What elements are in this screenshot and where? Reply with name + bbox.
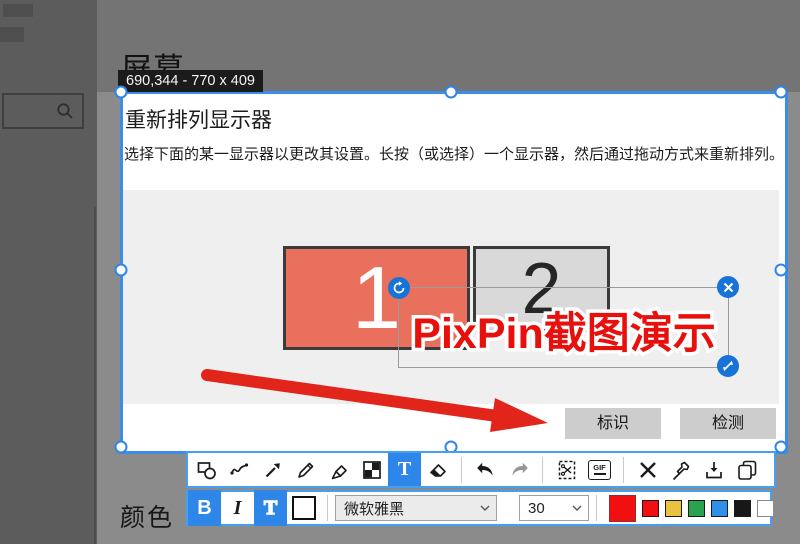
bold-toggle[interactable]: B [188, 490, 221, 526]
color-section-heading: 颜色 [120, 498, 174, 534]
selection-handle-top-left[interactable] [115, 86, 128, 99]
toolbar-separator [327, 495, 328, 521]
shape-tool-button[interactable] [190, 455, 223, 484]
gif-icon: GIF [588, 460, 611, 480]
color-swatch-black[interactable] [734, 500, 751, 517]
eraser-tool-button[interactable] [421, 455, 454, 484]
selection-handle-bottom-left[interactable] [115, 441, 128, 454]
chevron-down-icon [572, 505, 582, 511]
chevron-down-icon [480, 505, 490, 511]
selection-handle-right-mid[interactable] [775, 264, 788, 277]
copy-button[interactable] [730, 455, 763, 484]
color-swatch-yellow[interactable] [665, 500, 682, 517]
selection-handle-bottom-right[interactable] [775, 441, 788, 454]
capture-selection-region[interactable]: 重新排列显示器 选择下面的某一显示器以更改其设置。长按（或选择）一个显示器，然后… [120, 91, 788, 454]
identify-button[interactable]: 标识 [565, 408, 661, 439]
outline-color-picker[interactable] [287, 490, 320, 526]
toolbar-separator [461, 457, 462, 483]
pencil-tool-button[interactable] [289, 455, 322, 484]
sidebar-chip [0, 27, 24, 42]
gif-record-button[interactable]: GIF [583, 455, 616, 484]
rotate-icon [392, 281, 406, 295]
settings-search-input[interactable] [2, 93, 84, 129]
font-family-select[interactable]: 微软雅黑 [335, 495, 497, 521]
redo-button[interactable] [502, 455, 535, 484]
font-family-value: 微软雅黑 [344, 498, 404, 519]
selection-handle-top-mid[interactable] [445, 86, 458, 99]
annotation-toolbar: T GIF [186, 451, 776, 488]
text-tool-label: T [398, 458, 411, 481]
undo-button[interactable] [469, 455, 502, 484]
italic-toggle[interactable]: I [221, 490, 254, 526]
save-button[interactable] [697, 455, 730, 484]
pin-button[interactable] [664, 455, 697, 484]
settings-sidebar [0, 0, 97, 544]
resize-icon [722, 360, 734, 372]
search-icon [54, 100, 76, 122]
cancel-button[interactable] [631, 455, 664, 484]
pixpin-capture-screen: 屏幕 颜色 重新排列显示器 选择下面的某一显示器以更改其设置。长按（或选择）一个… [0, 0, 800, 544]
arrow-tool-button[interactable] [256, 455, 289, 484]
close-icon [723, 282, 734, 293]
color-swatch-blue[interactable] [711, 500, 728, 517]
delete-annotation-button[interactable] [717, 276, 739, 298]
font-size-select[interactable]: 30 [519, 495, 589, 521]
annotation-text[interactable]: PixPin截图演示 [398, 299, 730, 361]
toolbar-separator [623, 457, 624, 483]
highlighter-tool-button[interactable] [322, 455, 355, 484]
toolbar-separator [542, 457, 543, 483]
selection-handle-top-right[interactable] [775, 86, 788, 99]
text-outline-toggle[interactable]: T [254, 490, 287, 526]
detect-button[interactable]: 检测 [680, 408, 776, 439]
font-size-value: 30 [528, 500, 545, 517]
selection-handle-left-mid[interactable] [115, 264, 128, 277]
text-format-toolbar: B I T 微软雅黑 30 [186, 490, 772, 526]
shape-icon [195, 458, 219, 482]
sidebar-chip [3, 4, 33, 17]
text-tool-button[interactable]: T [388, 453, 421, 486]
current-color-swatch[interactable] [609, 495, 636, 522]
selection-size-tooltip: 690,344 - 770 x 409 [118, 70, 263, 92]
scroll-capture-button[interactable] [550, 455, 583, 484]
outline-color-swatch [292, 496, 316, 520]
toolbar-separator [596, 495, 597, 521]
rearrange-displays-heading: 重新排列显示器 [125, 104, 272, 134]
mosaic-tool-button[interactable] [355, 455, 388, 484]
rotate-handle[interactable] [388, 277, 410, 299]
sidebar-divider [94, 207, 96, 544]
color-swatch-green[interactable] [688, 500, 705, 517]
color-swatch-white[interactable] [757, 500, 774, 517]
freehand-curve-tool-button[interactable] [223, 455, 256, 484]
color-swatch-red[interactable] [642, 500, 659, 517]
rearrange-displays-description: 选择下面的某一显示器以更改其设置。长按（或选择）一个显示器，然后通过拖动方式来重… [124, 143, 784, 164]
